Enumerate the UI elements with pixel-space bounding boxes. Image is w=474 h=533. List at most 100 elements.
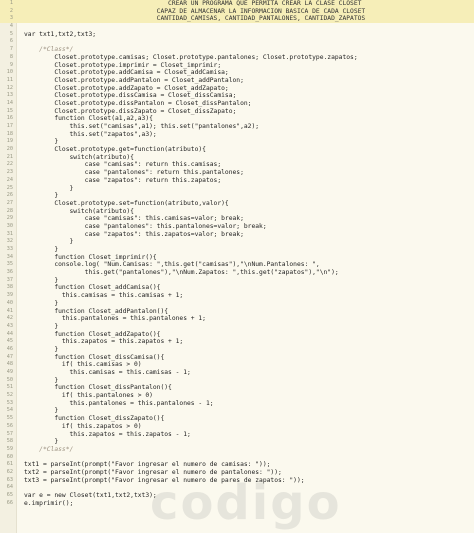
code-text: } bbox=[24, 438, 59, 446]
line-number: 20 bbox=[6, 146, 13, 153]
code-line[interactable]: 21 switch(atributo){ bbox=[0, 154, 474, 162]
code-line[interactable]: 46 } bbox=[0, 346, 474, 354]
code-line[interactable]: 27 Closet.prototype.set=function(atribut… bbox=[0, 200, 474, 208]
line-number: 19 bbox=[6, 138, 13, 145]
code-line[interactable]: 15 Closet.prototype.dissZapato = Closet_… bbox=[0, 108, 474, 116]
code-line[interactable]: 61 txt1 = parseInt(prompt("Favor ingresar… bbox=[0, 461, 474, 469]
code-line[interactable]: 9 Closet.prototype.imprimir = Closet_imp… bbox=[0, 62, 474, 70]
code-text: this.camisas = this.camisas + 1; bbox=[24, 292, 184, 300]
code-line[interactable]: 53 this.pantalones = this.pantalones - 1… bbox=[0, 400, 474, 408]
code-line[interactable]: 33 } bbox=[0, 246, 474, 254]
code-line[interactable]: 62 txt2 = parseInt(prompt("Favor ingresar… bbox=[0, 469, 474, 477]
code-text: function Closet_addPantalon(){ bbox=[24, 307, 169, 315]
code-text: function Closet_addZapato(){ bbox=[24, 330, 161, 338]
code-line[interactable]: 43 } bbox=[0, 323, 474, 331]
code-line[interactable]: 42 this.pantalones = this.pantalones + 1… bbox=[0, 315, 474, 323]
line-number: 51 bbox=[6, 384, 13, 391]
code-line[interactable]: 17 this.set("camisas",a1); this.set("pan… bbox=[0, 123, 474, 131]
code-line[interactable]: 44 function Closet_addZapato(){ bbox=[0, 331, 474, 339]
code-line[interactable]: 57 this.zapatos = this.zapatos - 1; bbox=[0, 431, 474, 439]
code-text: case "zapatos": return this.zapatos; bbox=[24, 176, 222, 184]
line-number: 43 bbox=[6, 322, 13, 329]
line-number: 60 bbox=[6, 453, 13, 460]
code-editor[interactable]: 1 CREAR UN PROGRAMA QUE PERMITA CREAR LA… bbox=[0, 0, 474, 533]
code-line[interactable]: 12 Closet.prototype.addZapato = Closet_a… bbox=[0, 85, 474, 93]
code-line[interactable]: 38 function Closet_addCamisa(){ bbox=[0, 284, 474, 292]
code-line[interactable]: 5 var txt1,txt2,txt3; bbox=[0, 31, 474, 39]
code-line[interactable]: 63 txt3 = parseInt(prompt("Favor ingresar… bbox=[0, 477, 474, 485]
code-text: } bbox=[24, 376, 59, 384]
code-line[interactable]: 23 case "pantalones": return this.pantal… bbox=[0, 169, 474, 177]
code-line[interactable]: 40 } bbox=[0, 300, 474, 308]
code-line[interactable]: 18 this.set("zapatos",a3); bbox=[0, 131, 474, 139]
code-area[interactable]: 1 CREAR UN PROGRAMA QUE PERMITA CREAR LA… bbox=[0, 0, 474, 507]
code-text: case "pantalones": this.pantalones=valor… bbox=[24, 222, 267, 230]
code-line[interactable]: 4 bbox=[0, 23, 474, 31]
code-line[interactable]: 22 case "camisas": return this.camisas; bbox=[0, 161, 474, 169]
code-line[interactable]: 54 } bbox=[0, 407, 474, 415]
code-line[interactable]: 35 console.log( "Num.Camisas: ",this.get… bbox=[0, 261, 474, 269]
code-line[interactable]: 20 Closet.prototype.get=function(atribut… bbox=[0, 146, 474, 154]
code-text: Closet.prototype.dissPantalon = Closet_d… bbox=[24, 99, 252, 107]
code-text: txt3 = parseInt(prompt("Favor ingresar e… bbox=[24, 476, 305, 484]
line-number: 35 bbox=[6, 261, 13, 268]
code-line[interactable]: 41 function Closet_addPantalon(){ bbox=[0, 308, 474, 316]
code-line[interactable]: 51 function Closet_dissPantalon(){ bbox=[0, 384, 474, 392]
code-line[interactable]: 60 bbox=[0, 454, 474, 462]
code-line[interactable]: 26 } bbox=[0, 192, 474, 200]
code-line[interactable]: 65 var e = new Closet(txt1,txt2,txt3); bbox=[0, 492, 474, 500]
line-number: 61 bbox=[6, 461, 13, 468]
code-line[interactable]: 10 Closet.prototype.addCamisa = Closet_a… bbox=[0, 69, 474, 77]
code-line[interactable]: 39 this.camisas = this.camisas + 1; bbox=[0, 292, 474, 300]
line-number: 59 bbox=[6, 445, 13, 452]
code-line[interactable]: 28 switch(atributo){ bbox=[0, 208, 474, 216]
code-text: if( this.zapatos > 0) bbox=[24, 422, 142, 430]
code-text: var txt1,txt2,txt3; bbox=[24, 30, 97, 38]
code-line[interactable]: 2 CAPAZ DE ALMACENAR LA INFORMACION BASI… bbox=[0, 7, 474, 16]
code-line[interactable]: 14 Closet.prototype.dissPantalon = Close… bbox=[0, 100, 474, 108]
code-text: this.pantalones = this.pantalones - 1; bbox=[24, 399, 214, 407]
code-line[interactable]: 48 if( this.camisas > 0) bbox=[0, 361, 474, 369]
line-number: 58 bbox=[6, 438, 13, 445]
code-line[interactable]: 8 Closet.prototype.camisas; Closet.proto… bbox=[0, 54, 474, 62]
code-line[interactable]: 58 } bbox=[0, 438, 474, 446]
code-line[interactable]: 55 function Closet_dissZapato(){ bbox=[0, 415, 474, 423]
code-line[interactable]: 37 } bbox=[0, 277, 474, 285]
code-line[interactable]: 25 } bbox=[0, 185, 474, 193]
line-number: 57 bbox=[6, 430, 13, 437]
code-text: } bbox=[24, 407, 59, 415]
code-line[interactable]: 16 function Closet(a1,a2,a3){ bbox=[0, 115, 474, 123]
code-line[interactable]: 45 this.zapatos = this.zapatos + 1; bbox=[0, 338, 474, 346]
code-text: var e = new Closet(txt1,txt2,txt3); bbox=[24, 492, 157, 499]
code-line[interactable]: 30 case "pantalones": this.pantalones=va… bbox=[0, 223, 474, 231]
code-line[interactable]: 64 bbox=[0, 484, 474, 492]
code-text: if( this.camisas > 0) bbox=[24, 361, 142, 369]
code-line[interactable]: 1 CREAR UN PROGRAMA QUE PERMITA CREAR LA… bbox=[0, 0, 474, 8]
line-number: 18 bbox=[6, 130, 13, 137]
code-line[interactable]: 49 this.camisas = this.camisas - 1; bbox=[0, 369, 474, 377]
code-line[interactable]: 13 Closet.prototype.dissCamisa = Closet_… bbox=[0, 92, 474, 100]
code-line[interactable]: 59 /*Class*/ bbox=[0, 446, 474, 454]
code-text: CANTIDAD_CAMISAS, CANTIDAD_PANTALONES, C… bbox=[24, 15, 366, 23]
code-line[interactable]: 19 } bbox=[0, 138, 474, 146]
line-number: 65 bbox=[6, 492, 13, 498]
code-line[interactable]: 56 if( this.zapatos > 0) bbox=[0, 423, 474, 431]
code-line[interactable]: 36 this.get("pantalones"),"\nNum.Zapatos… bbox=[0, 269, 474, 277]
code-line[interactable]: 50 } bbox=[0, 377, 474, 385]
code-line[interactable]: 7 /*Class*/ bbox=[0, 46, 474, 54]
code-text: this.set("zapatos",a3); bbox=[24, 130, 157, 138]
code-line[interactable]: 52 if( this.pantalones > 0) bbox=[0, 392, 474, 400]
code-line[interactable]: 11 Closet.prototype.addPantalon = Closet… bbox=[0, 77, 474, 85]
code-line[interactable]: 29 case "camisas": this.camisas=valor; b… bbox=[0, 215, 474, 223]
line-number: 8 bbox=[9, 53, 13, 60]
code-line[interactable]: 32 } bbox=[0, 238, 474, 246]
code-line[interactable]: 47 function Closet_dissCamisa(){ bbox=[0, 354, 474, 362]
code-line[interactable]: 3 CANTIDAD_CAMISAS, CANTIDAD_PANTALONES,… bbox=[0, 15, 474, 24]
code-text: Closet.prototype.addCamisa = Closet_addC… bbox=[24, 69, 229, 77]
code-line[interactable]: 31 case "zapatos": this.zapatos=valor; b… bbox=[0, 231, 474, 239]
code-line[interactable]: 24 case "zapatos": return this.zapatos; bbox=[0, 177, 474, 185]
code-text: } bbox=[24, 138, 59, 146]
code-line[interactable]: 66 e.imprimir(); bbox=[0, 500, 474, 508]
code-line[interactable]: 6 bbox=[0, 38, 474, 46]
code-line[interactable]: 34 function Closet_imprimir(){ bbox=[0, 254, 474, 262]
